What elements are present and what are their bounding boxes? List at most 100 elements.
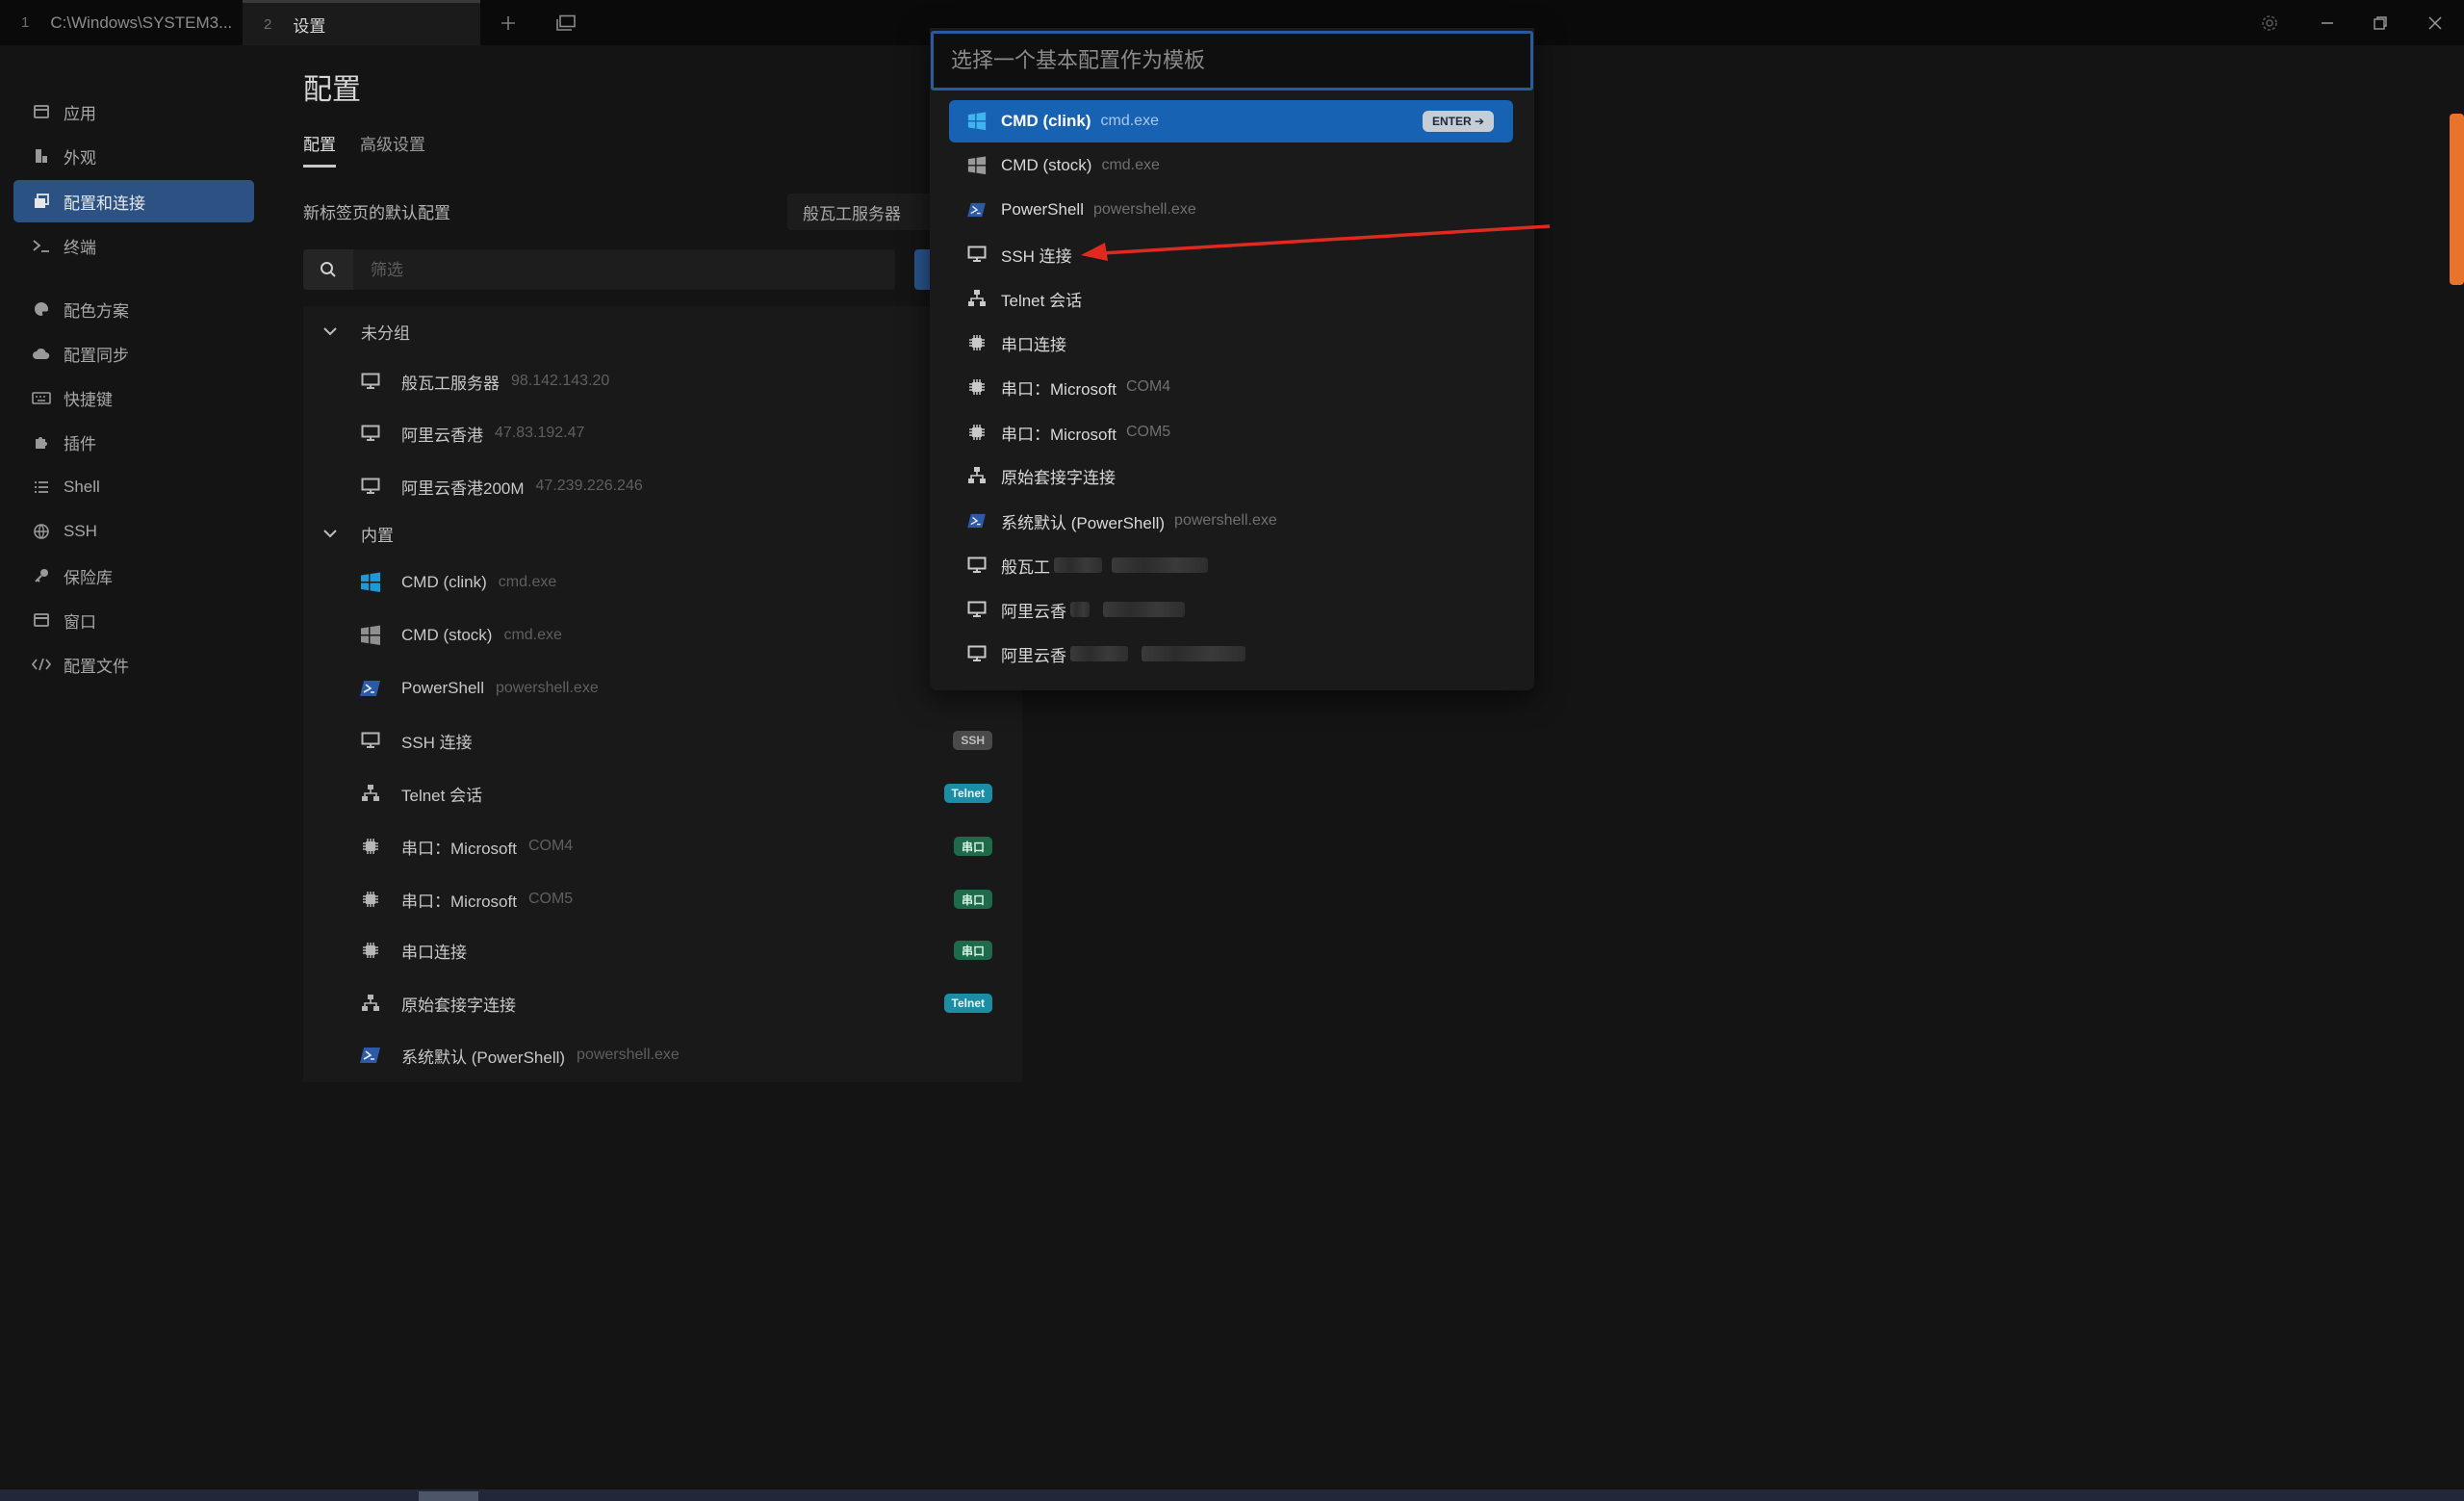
redacted-text [1070, 602, 1090, 617]
windows-icon [966, 155, 988, 176]
group-header-builtin[interactable]: 内置 [322, 508, 394, 558]
sidebar-item-vault[interactable]: 保险库 [13, 555, 254, 597]
windows-icon [359, 571, 382, 594]
sidebar-item-plugins[interactable]: 插件 [13, 421, 254, 463]
template-option[interactable]: 原始套接字连接 [949, 454, 1513, 497]
type-badge-ssh: SSH [953, 731, 992, 750]
tab-layout-icon[interactable] [549, 0, 583, 45]
network-icon [966, 288, 988, 309]
template-option[interactable]: CMD (stock) cmd.exe [949, 144, 1513, 187]
palette-icon [31, 298, 52, 320]
profile-name: CMD (clink) [401, 573, 487, 591]
monitor-icon [359, 422, 382, 445]
sidebar-item-sync[interactable]: 配置同步 [13, 332, 254, 375]
template-option[interactable]: CMD (clink) cmd.exe ENTER ➔ [949, 100, 1513, 142]
sidebar-item-appearance[interactable]: 外观 [13, 135, 254, 177]
sidebar-item-config-file[interactable]: 配置文件 [13, 643, 254, 686]
sidebar-item-shell[interactable]: Shell [13, 466, 254, 508]
template-option[interactable]: 串口：Microsoft COM5 [949, 411, 1513, 453]
windows-icon [966, 111, 988, 132]
list-item[interactable]: 阿里云香港 47.83.192.47 [359, 408, 985, 458]
template-option[interactable]: 系统默认 (PowerShell) powershell.exe [949, 500, 1513, 542]
powershell-icon [359, 1044, 382, 1067]
list-item[interactable]: 般瓦工服务器 98.142.143.20 [359, 356, 985, 406]
chip-icon [359, 939, 382, 962]
profiles-icon [31, 191, 52, 212]
list-item[interactable]: CMD (clink) cmd.exe [359, 557, 985, 608]
default-profile-select[interactable]: 般瓦工服务器 [787, 194, 932, 230]
template-option[interactable]: Telnet 会话 [949, 277, 1513, 320]
keyboard-icon [31, 387, 52, 408]
sidebar-item-ssh[interactable]: SSH [13, 510, 254, 553]
profile-name: PowerShell [401, 679, 484, 697]
group-header-ungrouped[interactable]: 未分组 [322, 306, 410, 356]
tab-terminal[interactable]: 1 C:\Windows\SYSTEM3... [0, 0, 241, 45]
template-name: 阿里云香 [1001, 602, 1066, 621]
sidebar-item-hotkeys[interactable]: 快捷键 [13, 376, 254, 419]
redacted-text [1112, 557, 1208, 573]
sidebar-item-color-scheme[interactable]: 配色方案 [13, 288, 254, 330]
gear-icon[interactable] [2252, 0, 2287, 45]
tab-profiles[interactable]: 配置 [303, 131, 336, 168]
redacted-text [1103, 602, 1185, 617]
monitor-icon [966, 599, 988, 620]
tab-label: C:\Windows\SYSTEM3... [50, 13, 233, 32]
list-item[interactable]: Telnet 会话 Telnet [359, 768, 992, 818]
list-item[interactable]: SSH 连接 SSH [359, 715, 992, 765]
terminal-icon [31, 235, 52, 256]
sidebar-item-terminal[interactable]: 终端 [13, 224, 254, 267]
template-picker-modal: CMD (clink) cmd.exe ENTER ➔ CMD (stock) … [930, 28, 1534, 690]
list-item[interactable]: 阿里云香港200M 47.239.226.246 [359, 461, 985, 511]
list-item[interactable]: 串口：Microsoft COM5 串口 [359, 874, 992, 924]
template-option[interactable]: 般瓦工 [949, 544, 1513, 586]
list-item[interactable]: 系统默认 (PowerShell) powershell.exe [359, 1030, 985, 1080]
sidebar-item-window[interactable]: 窗口 [13, 599, 254, 641]
template-name: 阿里云香 [1001, 646, 1066, 665]
close-icon[interactable] [2418, 0, 2452, 45]
type-badge-telnet: Telnet [943, 784, 992, 803]
restore-icon[interactable] [2363, 0, 2398, 45]
template-name: Telnet 会话 [1001, 291, 1083, 310]
app-window-icon [31, 101, 52, 122]
list-item[interactable]: CMD (stock) cmd.exe [359, 610, 985, 660]
sidebar-item-label: 配置和连接 [64, 194, 145, 213]
group-name: 内置 [361, 526, 394, 545]
profile-name: 般瓦工服务器 [401, 374, 500, 393]
monitor-icon [966, 643, 988, 664]
profile-host: 47.239.226.246 [535, 478, 643, 494]
sidebar-item-app[interactable]: 应用 [13, 91, 254, 133]
template-search-input[interactable] [931, 31, 1533, 91]
list-item[interactable]: PowerShell powershell.exe [359, 663, 985, 713]
list-item[interactable]: 串口：Microsoft COM4 串口 [359, 821, 992, 871]
sidebar-item-label: 配置文件 [64, 657, 129, 676]
template-option[interactable]: 串口：Microsoft COM4 [949, 366, 1513, 408]
sidebar-item-label: 应用 [64, 104, 96, 123]
sidebar-item-label: SSH [64, 522, 97, 540]
minimize-icon[interactable] [2310, 0, 2345, 45]
horizontal-scroll-thumb[interactable] [419, 1491, 478, 1501]
template-name: CMD (stock) [1001, 156, 1092, 174]
template-command: cmd.exe [1101, 157, 1160, 173]
tab-advanced[interactable]: 高级设置 [360, 131, 425, 165]
filter-input[interactable] [369, 249, 873, 292]
profile-command: cmd.exe [498, 574, 557, 590]
powershell-icon [966, 199, 988, 220]
template-name: SSH 连接 [1001, 246, 1072, 266]
profile-name: 系统默认 (PowerShell) [401, 1048, 566, 1067]
template-name: PowerShell [1001, 200, 1084, 219]
sidebar-item-label: 快捷键 [64, 390, 113, 409]
template-option[interactable]: 阿里云香 [949, 588, 1513, 631]
profile-host: 98.142.143.20 [511, 373, 610, 389]
bottom-bar [0, 1489, 2464, 1501]
sidebar-item-profiles[interactable]: 配置和连接 [13, 180, 254, 222]
new-tab-plus-icon[interactable] [493, 0, 524, 45]
list-item[interactable]: 原始套接字连接 Telnet [359, 978, 992, 1028]
list-icon [31, 477, 52, 498]
template-option[interactable]: 串口连接 [949, 322, 1513, 364]
tab-settings[interactable]: 2 设置 [243, 0, 480, 45]
profile-name: Telnet 会话 [401, 786, 483, 805]
template-name: 串口：Microsoft [1001, 379, 1116, 399]
list-item[interactable]: 串口连接 串口 [359, 925, 992, 975]
scrollbar-thumb[interactable] [2450, 114, 2464, 285]
template-option[interactable]: 阿里云香 [949, 633, 1513, 675]
